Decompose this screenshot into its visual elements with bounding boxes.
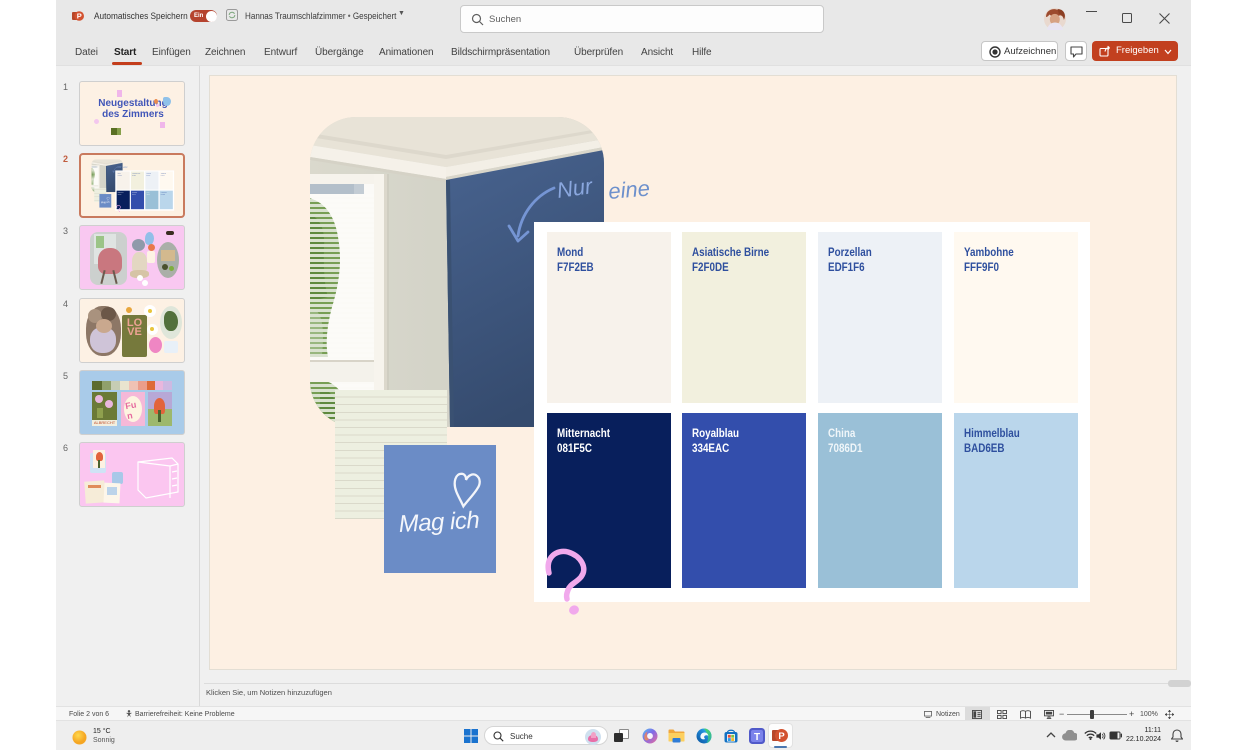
svg-text:eine: eine [123,167,128,169]
svg-text:P: P [778,731,785,742]
svg-text:Nur: Nur [555,173,595,203]
svg-text:eine: eine [607,175,651,204]
svg-text:P: P [77,12,82,21]
svg-text:T: T [754,732,760,743]
svg-text:Nur: Nur [118,166,122,169]
